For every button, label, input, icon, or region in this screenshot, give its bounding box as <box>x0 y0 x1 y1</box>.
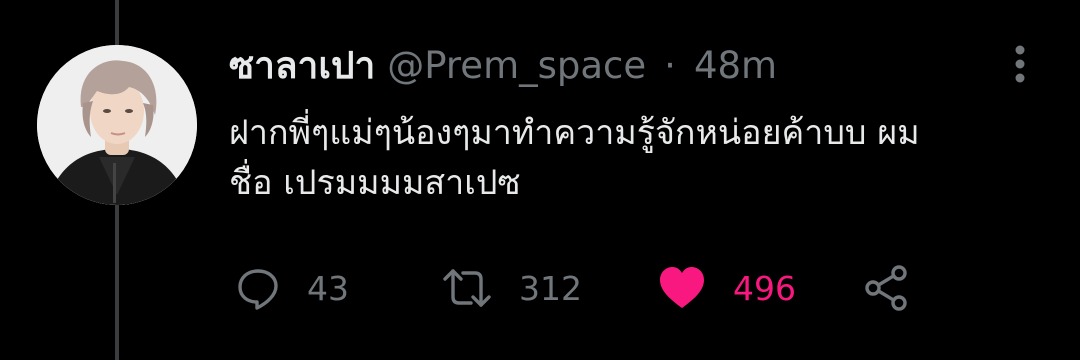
timestamp[interactable]: 48m <box>694 44 777 87</box>
separator-dot: · <box>664 43 676 87</box>
share-icon <box>865 265 907 311</box>
reply-count: 43 <box>307 268 349 308</box>
avatar-image <box>37 45 197 205</box>
display-name[interactable]: ซาลาเปา <box>229 36 375 95</box>
retweet-button[interactable]: 312 <box>441 262 582 314</box>
tweet-text-line: ฝากพี่ๆแม่ๆน้องๆมาทำความรู้จักหน่อยค้าบบ… <box>229 113 920 153</box>
tweet-text: ฝากพี่ๆแม่ๆน้องๆมาทำความรู้จักหน่อยค้าบบ… <box>229 108 1029 208</box>
thread-line-bottom <box>115 205 119 360</box>
retweet-icon <box>443 269 491 307</box>
tweet-actions: 43 312 496 <box>229 262 949 314</box>
avatar[interactable] <box>37 45 197 205</box>
reply-button[interactable]: 43 <box>235 262 349 314</box>
thread-line-top <box>115 0 119 45</box>
share-button[interactable] <box>863 262 911 314</box>
like-count: 496 <box>733 268 796 308</box>
heart-icon <box>660 267 704 308</box>
more-options-icon[interactable] <box>1008 44 1032 84</box>
like-button[interactable]: 496 <box>657 262 796 314</box>
tweet-header: ซาลาเปา @Prem_space · 48m <box>229 40 777 90</box>
reply-icon <box>238 269 278 310</box>
tweet-text-line: ชื่อ เปรมมมมสาเปซ <box>229 163 521 203</box>
user-handle[interactable]: @Prem_space <box>387 44 646 87</box>
retweet-count: 312 <box>519 268 582 308</box>
